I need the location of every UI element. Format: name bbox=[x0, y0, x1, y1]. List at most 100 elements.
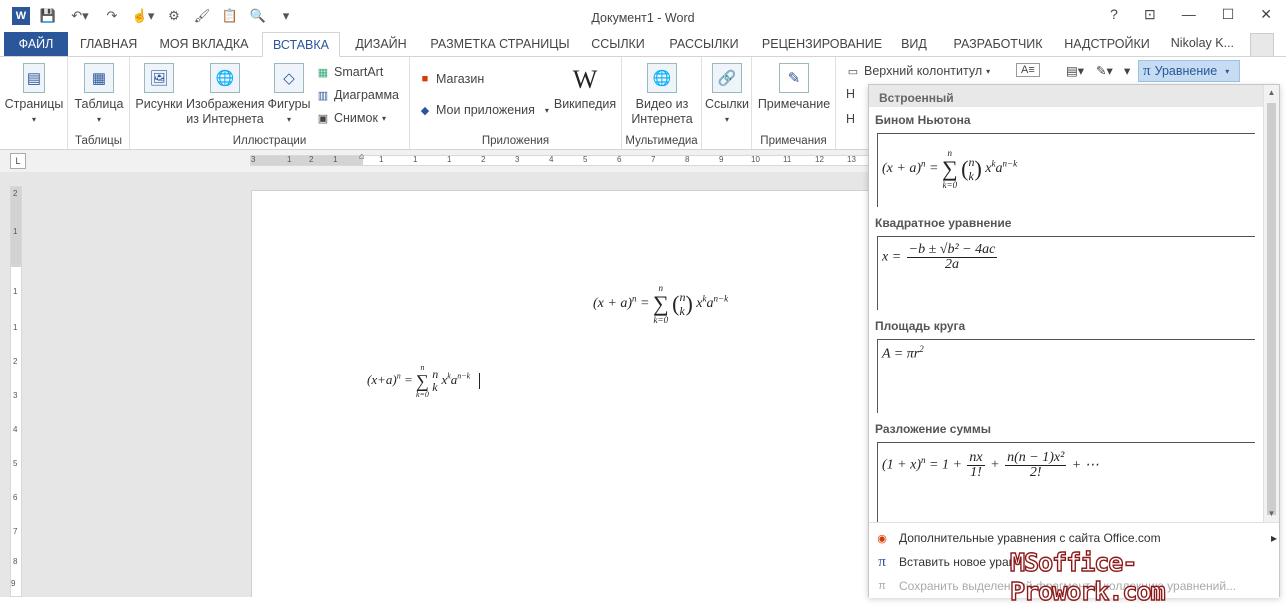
vertical-ruler[interactable]: 2 1 1 1 2 3 4 5 6 7 8 9 bbox=[10, 186, 22, 597]
equation-binomial-display[interactable]: (x + a)n = n ∑ k=0 (n k) xkan−k bbox=[593, 283, 728, 325]
eq-a-exp: n−k bbox=[713, 293, 729, 304]
chart-button[interactable]: ▥ Диаграмма bbox=[316, 88, 399, 102]
table-button[interactable]: ▦ Таблица ▾ bbox=[70, 63, 128, 127]
screenshot-button[interactable]: ▣ Снимок ▾ bbox=[316, 111, 386, 125]
ribbon-display-icon[interactable]: ⊡ bbox=[1144, 6, 1156, 23]
fraction-denominator: 2a bbox=[945, 257, 960, 272]
online-video-button[interactable]: 🌐 Видео из Интернета bbox=[626, 63, 698, 127]
tab-references[interactable]: ССЫЛКИ bbox=[588, 32, 648, 57]
tab-page-layout[interactable]: РАЗМЕТКА СТРАНИЦЫ bbox=[428, 32, 572, 57]
insert-new-equation-item[interactable]: π Вставить новое урав bbox=[875, 553, 1015, 570]
eq-exp: n bbox=[632, 293, 637, 304]
fraction-denominator: 1! bbox=[970, 465, 982, 480]
user-name[interactable]: Nikolay K... bbox=[1171, 36, 1234, 50]
quick-parts-button-partial[interactable]: Н bbox=[846, 87, 855, 101]
tab-home[interactable]: ГЛАВНАЯ bbox=[80, 32, 137, 57]
tab-view[interactable]: ВИД bbox=[897, 32, 931, 57]
tab-my-tab[interactable]: МОЯ ВКЛАДКА bbox=[158, 32, 250, 57]
chart-icon: ▥ bbox=[317, 89, 329, 102]
textbox-icon: A≡ bbox=[1016, 63, 1040, 77]
gallery-item-quadratic[interactable]: x = −b ± √b² − 4ac 2a bbox=[877, 236, 1255, 310]
ruler-number: 2 bbox=[481, 155, 486, 164]
scroll-up-icon[interactable]: ▲ bbox=[1264, 85, 1279, 101]
tab-selector-icon[interactable]: L bbox=[10, 153, 26, 169]
tab-mailings[interactable]: РАССЫЛКИ bbox=[664, 32, 744, 57]
group-illustrations: 🖼 Рисунки 🌐 Изображения из Интернета ◇ Ф… bbox=[130, 57, 410, 149]
ruler-number: 1 bbox=[13, 227, 18, 236]
gallery-item-title: Разложение суммы bbox=[875, 422, 991, 436]
ruler-number: 10 bbox=[751, 155, 760, 164]
fraction-denominator: 2! bbox=[1029, 465, 1042, 480]
horizontal-ruler[interactable]: 3 1 2 1 ⌂ 1 1 1 2 3 4 5 6 7 8 9 10 11 12… bbox=[250, 151, 870, 166]
tab-file[interactable]: ФАЙЛ bbox=[4, 32, 68, 57]
header-button[interactable]: ▭ Верхний колонтитул ▾ bbox=[846, 64, 990, 78]
binom-bottom: k bbox=[432, 380, 438, 394]
signature-button[interactable]: ✎▾ bbox=[1096, 63, 1113, 78]
store-button[interactable]: ■ Магазин bbox=[418, 72, 485, 86]
my-apps-icon: ◆ bbox=[420, 104, 430, 117]
more-equations-office-item[interactable]: ◉ Дополнительные уравнения с сайта Offic… bbox=[875, 531, 1277, 545]
tab-review[interactable]: РЕЦЕНЗИРОВАНИЕ bbox=[760, 32, 884, 57]
wordart-button-partial[interactable]: Н bbox=[846, 112, 855, 126]
ruler-number: 1 bbox=[333, 155, 338, 164]
ruler-number: 11 bbox=[783, 155, 792, 164]
scroll-down-icon[interactable]: ▼ bbox=[1264, 506, 1279, 522]
pi-icon: π bbox=[878, 553, 886, 570]
watermark-logo: MSoffice-Prowork.com bbox=[1009, 547, 1166, 606]
document-page[interactable]: (x + a)n = n ∑ k=0 (n k) xkan−k (x+a)n = … bbox=[251, 190, 870, 597]
tab-insert[interactable]: ВСТАВКА bbox=[262, 32, 340, 57]
gallery-item-sum-expansion[interactable]: (1 + x)n = 1 + nx 1! + n(n − 1)x² 2! + ⋯ bbox=[877, 442, 1255, 522]
object-button[interactable]: ▾ bbox=[1124, 63, 1130, 78]
gallery-item-circle-area[interactable]: A = πr2 bbox=[877, 339, 1255, 413]
chevron-down-icon: ▾ bbox=[1225, 66, 1230, 76]
submenu-arrow-icon: ▸ bbox=[1271, 531, 1278, 545]
minimize-icon[interactable]: — bbox=[1182, 6, 1196, 23]
tab-addins[interactable]: НАДСТРОЙКИ bbox=[1062, 32, 1152, 57]
partial-label-2: Н bbox=[846, 112, 856, 126]
maximize-icon[interactable]: ☐ bbox=[1222, 6, 1235, 23]
plus-sign: + bbox=[990, 457, 1000, 473]
links-button[interactable]: 🔗 Ссылки ▾ bbox=[704, 63, 750, 127]
video-label-1: Видео из bbox=[635, 97, 689, 111]
eq-a-exp: n−k bbox=[1002, 158, 1018, 169]
ruler-number: 1 bbox=[13, 287, 18, 296]
ruler-number: 1 bbox=[379, 155, 384, 164]
wikipedia-button[interactable]: W Википедия bbox=[552, 63, 618, 112]
chevron-down-icon: ▾ bbox=[724, 115, 729, 124]
fraction-numerator: −b ± √b² − 4ac bbox=[906, 242, 998, 258]
quick-parts-button[interactable]: ▤▾ bbox=[1066, 63, 1084, 78]
equation-binomial-inline[interactable]: (x+a)n = n ∑ k=0 nk xkan−k bbox=[367, 363, 481, 399]
gallery-item-binomial[interactable]: (x + a)n = n ∑ k=0 (n k) xkan−k bbox=[877, 133, 1255, 207]
pages-button[interactable]: ▤ Страницы ▾ bbox=[4, 63, 64, 127]
picture-icon: 🖼 bbox=[144, 63, 174, 93]
gallery-scrollbar[interactable]: ▲ ▼ bbox=[1263, 85, 1279, 522]
eq-exp: n bbox=[921, 455, 926, 466]
indent-marker-icon[interactable]: ⌂ bbox=[359, 151, 364, 161]
close-icon[interactable]: ✕ bbox=[1260, 6, 1272, 23]
ruler-number: 8 bbox=[685, 155, 690, 164]
pictures-button[interactable]: 🖼 Рисунки bbox=[134, 63, 184, 112]
ruler-number: 1 bbox=[13, 323, 18, 332]
shapes-button[interactable]: ◇ Фигуры ▾ bbox=[264, 63, 314, 127]
video-icon: 🌐 bbox=[647, 63, 677, 93]
comment-label: Примечание bbox=[757, 97, 831, 111]
tab-design[interactable]: ДИЗАЙН bbox=[352, 32, 410, 57]
online-images-button[interactable]: 🌐 Изображения из Интернета bbox=[186, 63, 265, 127]
smartart-button[interactable]: ▦ SmartArt bbox=[316, 65, 384, 79]
textbox-button[interactable]: A≡ bbox=[1016, 63, 1040, 77]
ruler-number: 2 bbox=[13, 357, 18, 366]
my-apps-button[interactable]: ◆ Мои приложения ▾ bbox=[418, 103, 549, 117]
tab-developer[interactable]: РАЗРАБОТЧИК bbox=[951, 32, 1045, 57]
comment-button[interactable]: ✎ Примечание bbox=[756, 63, 832, 112]
eq-x: x = bbox=[882, 249, 902, 265]
chevron-down-icon: ▾ bbox=[986, 66, 991, 76]
store-label: Магазин bbox=[436, 72, 485, 86]
gallery-item-title: Бином Ньютона bbox=[875, 113, 971, 127]
avatar[interactable] bbox=[1250, 33, 1274, 57]
online-picture-icon: 🌐 bbox=[210, 63, 240, 93]
text-cursor bbox=[479, 373, 481, 389]
help-icon[interactable]: ? bbox=[1110, 6, 1118, 23]
title-bar: W 💾 ↶▾ ↷ ☝▾ ⚙ 🖌 📋 🔍 ▾ Документ1 - Word ?… bbox=[0, 0, 1286, 32]
equation-button[interactable]: π Уравнение ▾ bbox=[1138, 60, 1240, 82]
scroll-thumb[interactable] bbox=[1267, 103, 1276, 515]
